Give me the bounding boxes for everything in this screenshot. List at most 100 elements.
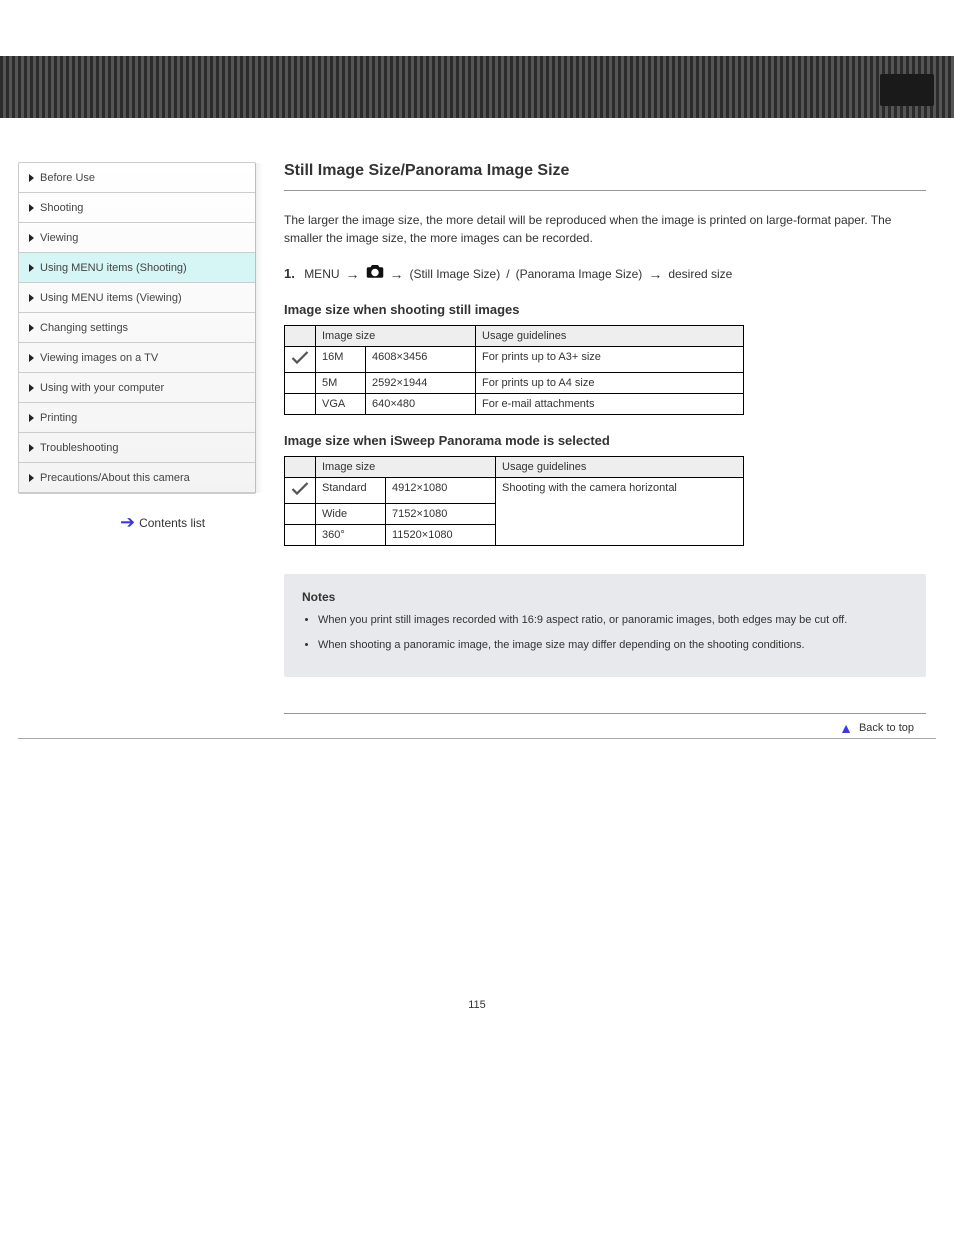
main-content: Still Image Size/Panorama Image Size The…	[256, 162, 954, 714]
sidebar-item-label: Troubleshooting	[40, 442, 118, 454]
cell-size: 16M	[316, 347, 366, 373]
sidebar-item-label: Before Use	[40, 172, 95, 184]
sub-heading-still: Image size when shooting still images	[284, 302, 926, 317]
cell-size: 360°	[316, 525, 386, 546]
sidebar-item-printing[interactable]: Printing	[19, 403, 255, 433]
sidebar-item-before-use[interactable]: Before Use	[19, 163, 255, 193]
contents-list-link[interactable]: ➔ Contents list	[120, 512, 256, 533]
title-rule	[284, 190, 926, 191]
camera-icon	[366, 263, 384, 284]
chevron-right-icon	[29, 444, 34, 452]
sidebar-item-label: Printing	[40, 412, 77, 424]
still-size-table: Image size Usage guidelines 16M 4608×345…	[284, 325, 744, 415]
table-row: VGA 640×480 For e-mail attachments	[285, 394, 744, 415]
cell-use-merged: Shooting with the camera horizontal	[496, 478, 744, 546]
sidebar-item-viewing[interactable]: Viewing	[19, 223, 255, 253]
cell-use: For prints up to A4 size	[476, 373, 744, 394]
sidebar-item-label: Using with your computer	[40, 382, 164, 394]
page-title: Still Image Size/Panorama Image Size	[284, 162, 926, 180]
chevron-right-icon	[29, 414, 34, 422]
arrow-up-icon: ▲	[839, 720, 853, 736]
contents-list-label: Contents list	[139, 516, 205, 530]
cell-dims: 4608×3456	[366, 347, 476, 373]
table-row: Standard 4912×1080 Shooting with the cam…	[285, 478, 744, 504]
notes-title: Notes	[302, 590, 908, 604]
check-cell	[285, 504, 316, 525]
back-to-top-link[interactable]: ▲ Back to top	[0, 720, 954, 736]
panorama-size-table: Image size Usage guidelines Standard 491…	[284, 456, 744, 546]
cell-size: 5M	[316, 373, 366, 394]
cell-dims: 4912×1080	[386, 478, 496, 504]
sidebar-item-label: Changing settings	[40, 322, 128, 334]
cell-size: Standard	[316, 478, 386, 504]
table-head-size: Image size	[316, 326, 476, 347]
chevron-right-icon	[29, 294, 34, 302]
table-head-size: Image size	[316, 457, 496, 478]
checkmark-icon	[291, 487, 309, 499]
sidebar-nav: Before Use Shooting Viewing Using MENU i…	[18, 162, 256, 494]
note-item: When shooting a panoramic image, the ima…	[318, 637, 908, 654]
check-cell	[285, 394, 316, 415]
step-desired-size: desired size	[668, 267, 732, 281]
cell-use: For prints up to A3+ size	[476, 347, 744, 373]
arrow-right-icon: ➔	[120, 512, 135, 533]
sidebar-item-label: Using MENU items (Shooting)	[40, 262, 187, 274]
intro-text: The larger the image size, the more deta…	[284, 211, 926, 247]
table-head-check	[285, 457, 316, 478]
check-cell	[285, 478, 316, 504]
header-bar	[0, 56, 954, 118]
cell-size: VGA	[316, 394, 366, 415]
print-button[interactable]	[880, 74, 934, 106]
chevron-right-icon	[29, 234, 34, 242]
check-cell	[285, 373, 316, 394]
step-number: 1.	[284, 266, 295, 281]
sidebar-item-menu-shooting[interactable]: Using MENU items (Shooting)	[19, 253, 255, 283]
notes-box: Notes When you print still images record…	[284, 574, 926, 677]
step-panorama-label: (Panorama Image Size)	[516, 267, 643, 281]
sidebar-item-label: Precautions/About this camera	[40, 472, 190, 484]
chevron-right-icon	[29, 474, 34, 482]
sidebar-item-tv[interactable]: Viewing images on a TV	[19, 343, 255, 373]
sidebar-item-troubleshooting[interactable]: Troubleshooting	[19, 433, 255, 463]
chevron-right-icon	[29, 204, 34, 212]
cell-use: For e-mail attachments	[476, 394, 744, 415]
step-menu-label: MENU	[304, 267, 339, 281]
sidebar-item-shooting[interactable]: Shooting	[19, 193, 255, 223]
section-end-rule	[284, 713, 926, 714]
note-item: When you print still images recorded wit…	[318, 612, 908, 629]
table-head-check	[285, 326, 316, 347]
table-head-use: Usage guidelines	[476, 326, 744, 347]
sidebar-item-label: Viewing	[40, 232, 78, 244]
sidebar-item-label: Viewing images on a TV	[40, 352, 158, 364]
chevron-right-icon	[29, 384, 34, 392]
table-row: 5M 2592×1944 For prints up to A4 size	[285, 373, 744, 394]
sidebar-item-precautions[interactable]: Precautions/About this camera	[19, 463, 255, 493]
step-still-label: (Still Image Size)	[410, 267, 501, 281]
sidebar-item-label: Shooting	[40, 202, 83, 214]
arrow-right-icon: →	[648, 266, 662, 282]
sub-heading-panorama: Image size when iSweep Panorama mode is …	[284, 433, 926, 448]
cell-dims: 2592×1944	[366, 373, 476, 394]
arrow-right-icon: →	[390, 266, 404, 282]
chevron-right-icon	[29, 174, 34, 182]
cell-dims: 11520×1080	[386, 525, 496, 546]
arrow-right-icon: →	[346, 266, 360, 282]
step-list: 1. MENU → → (Still Image Size) / (Panora…	[284, 263, 926, 284]
cell-dims: 640×480	[366, 394, 476, 415]
page-number: 115	[0, 999, 954, 1011]
back-to-top-label: Back to top	[859, 722, 914, 734]
table-row: 16M 4608×3456 For prints up to A3+ size	[285, 347, 744, 373]
check-cell	[285, 347, 316, 373]
chevron-right-icon	[29, 264, 34, 272]
sidebar-item-computer[interactable]: Using with your computer	[19, 373, 255, 403]
cell-dims: 7152×1080	[386, 504, 496, 525]
sidebar-item-settings[interactable]: Changing settings	[19, 313, 255, 343]
sidebar-item-label: Using MENU items (Viewing)	[40, 292, 182, 304]
cell-size: Wide	[316, 504, 386, 525]
chevron-right-icon	[29, 354, 34, 362]
step-1: 1. MENU → → (Still Image Size) / (Panora…	[284, 263, 926, 284]
check-cell	[285, 525, 316, 546]
table-head-use: Usage guidelines	[496, 457, 744, 478]
sidebar-item-menu-viewing[interactable]: Using MENU items (Viewing)	[19, 283, 255, 313]
footer-rule	[18, 738, 936, 739]
